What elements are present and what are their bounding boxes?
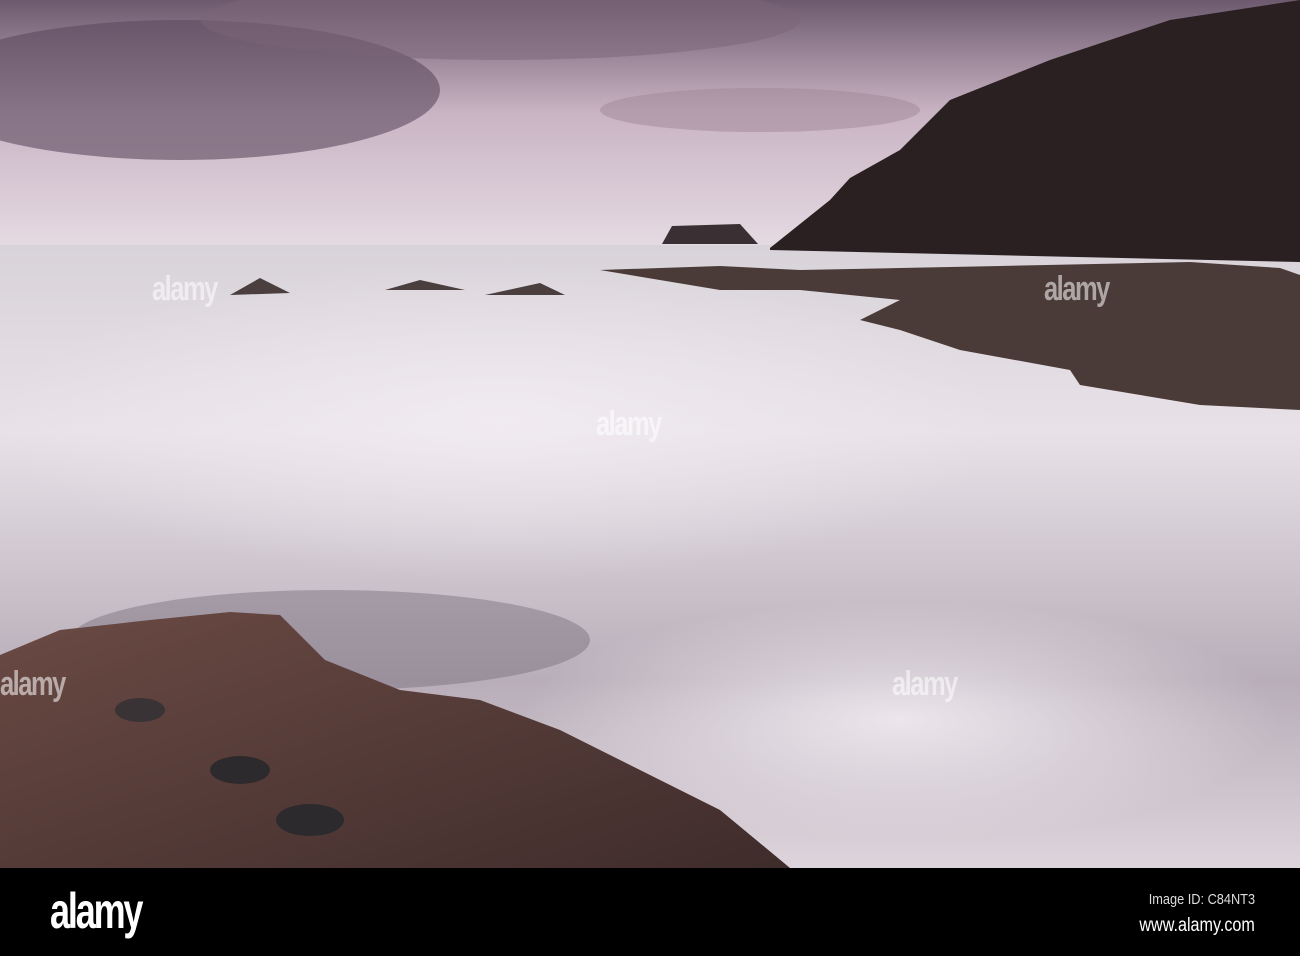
- boulder: [210, 756, 270, 784]
- watermark: alamy: [0, 665, 66, 703]
- watermark: alamy: [152, 270, 218, 308]
- watermark: alamy: [892, 665, 958, 703]
- image-id: Image ID: C84NT3: [1148, 891, 1255, 908]
- watermark: alamy: [1044, 270, 1110, 308]
- stock-photo-page: alamy alamy alamy alamy alamy alamy Imag…: [0, 0, 1300, 956]
- mist: [0, 260, 1000, 580]
- cloud: [600, 88, 920, 132]
- boulder: [115, 698, 165, 722]
- footer-bar: alamy Image ID: C84NT3 www.alamy.com: [0, 868, 1300, 956]
- alamy-logo: alamy: [50, 883, 143, 939]
- site-url: www.alamy.com: [1139, 915, 1255, 936]
- boulder: [276, 804, 344, 836]
- watermark: alamy: [596, 405, 662, 443]
